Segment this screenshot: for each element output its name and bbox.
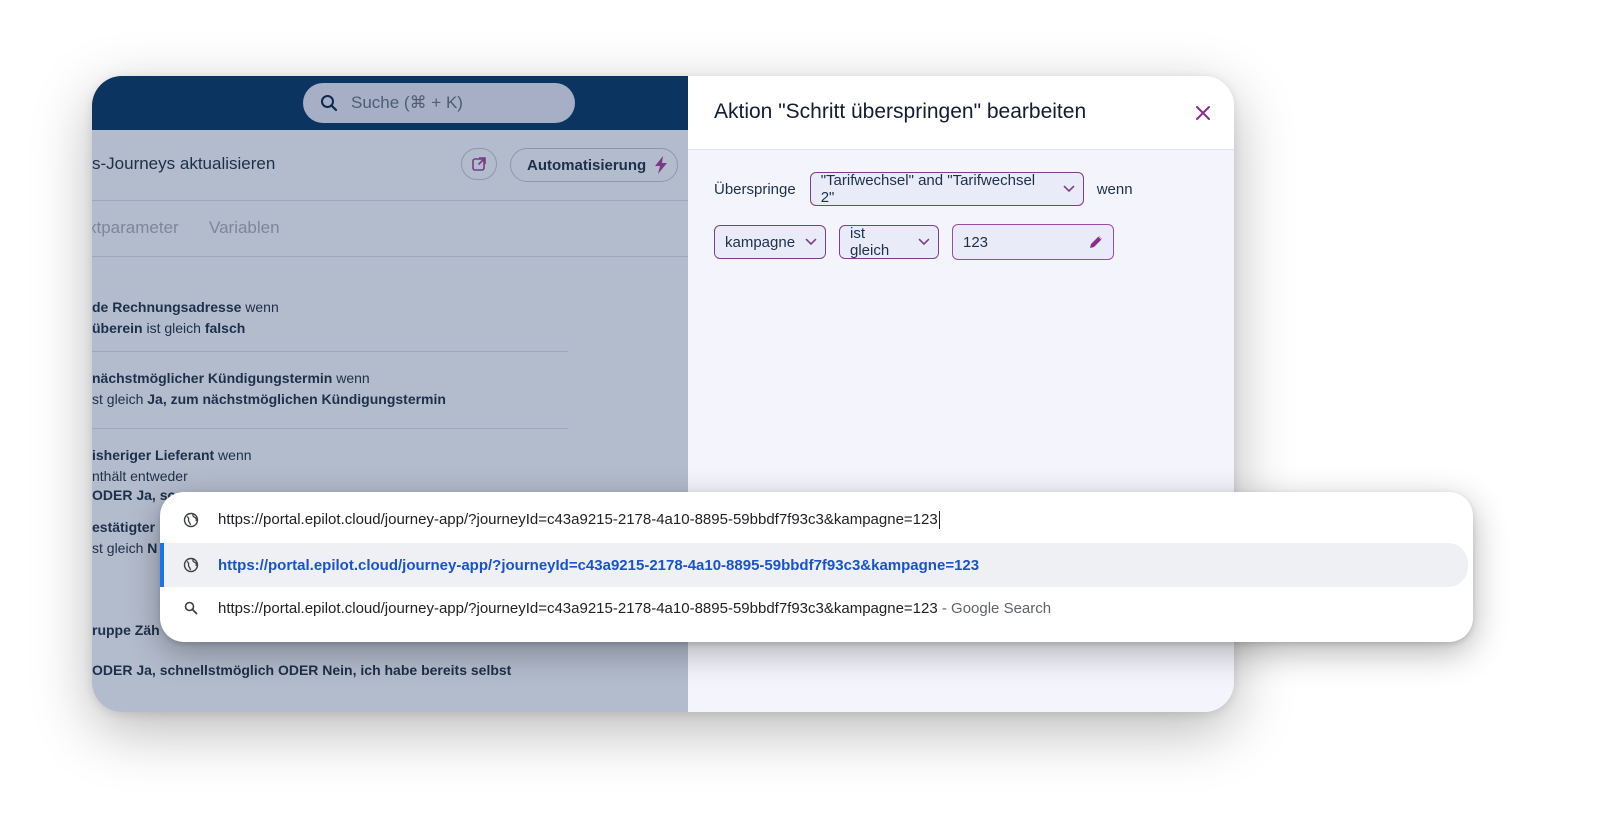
close-button[interactable] [1192,102,1214,124]
compare-value-input[interactable]: 123 [952,224,1114,260]
rule-text: wenn [241,299,279,315]
rule-value: N [147,540,158,556]
global-search[interactable]: Suche (⌘ + K) [303,83,575,123]
address-input[interactable]: https://portal.epilot.cloud/journey-app/… [218,510,940,530]
rule-options-text: ODER Ja, schnellstmöglich ODER Nein, ich… [92,662,512,678]
text-cursor [938,511,940,530]
rule-field: estätigter [92,519,156,535]
address-bar-dropdown: https://portal.epilot.cloud/journey-app/… [160,492,1473,642]
rule-field: isheriger Lieferant [92,447,215,463]
tab-variables[interactable]: Variablen [209,218,280,238]
suggestion-url[interactable]: https://portal.epilot.cloud/journey-app/… [160,543,1468,587]
panel-title: Aktion "Schritt überspringen" bearbeiten [714,100,1087,123]
suggestion-search-text: https://portal.epilot.cloud/journey-app/… [218,600,1051,617]
search-placeholder: Suche (⌘ + K) [351,93,463,112]
suggestion-search[interactable]: https://portal.epilot.cloud/journey-app/… [160,586,1473,630]
top-bar: Suche (⌘ + K) [92,76,688,130]
when-label: wenn [1096,180,1133,198]
skip-label: Überspringe [714,180,796,198]
rule-text: ist gleich [142,320,205,336]
search-icon [319,93,339,113]
close-icon [1196,106,1210,120]
search-suffix: - Google Search [937,599,1052,617]
search-query-text: https://portal.epilot.cloud/journey-app/… [218,599,938,617]
condition-row: kampagne ist gleich 123 [714,224,1114,260]
rule-group-label: ruppe Zäh [92,622,160,638]
field-select[interactable]: kampagne [714,225,826,259]
list-item[interactable]: de Rechnungsadresse wenn überein ist gle… [92,257,568,352]
rule-field: nächstmöglicher Kündigungstermin [92,370,333,386]
pencil-icon[interactable] [1087,233,1105,251]
rule-text: st gleich [92,391,148,407]
automation-button[interactable]: Automatisierung [510,148,678,182]
rule-field: überein [92,320,143,336]
editor-tabs: xtparameter Variablen [92,200,688,257]
suggestion-url-text: https://portal.epilot.cloud/journey-app/… [218,556,980,574]
rule-text: nthält entweder [92,468,188,484]
chevron-down-icon [918,238,930,246]
rule-text: wenn [214,447,252,463]
rule-text: st gleich [92,540,148,556]
list-item[interactable]: nächstmöglicher Kündigungstermin wenn st… [92,352,568,429]
tab-context-parameters[interactable]: xtparameter [92,218,179,238]
rule-value: falsch [204,320,246,336]
automation-label: Automatisierung [527,156,647,174]
skip-steps-row: Überspringe "Tarifwechsel" and "Tarifwec… [714,172,1133,206]
steps-select[interactable]: "Tarifwechsel" and "Tarifwechsel 2" [809,172,1084,206]
search-icon [182,599,200,617]
operator-select[interactable]: ist gleich [839,225,939,259]
operator-select-value: ist gleich [850,225,890,259]
globe-icon [182,511,200,529]
external-link-icon [472,157,486,171]
page-title: s-Journeys aktualisieren [92,154,276,173]
lightning-icon [655,156,668,174]
field-select-value: kampagne [725,233,796,251]
address-input-text: https://portal.epilot.cloud/journey-app/… [218,510,938,528]
chevron-down-icon [805,238,817,246]
address-input-row[interactable]: https://portal.epilot.cloud/journey-app/… [160,498,1473,542]
globe-icon [182,556,200,574]
rule-field: de Rechnungsadresse [92,299,242,315]
open-external-button[interactable] [461,148,497,180]
rule-value: Ja, zum nächstmöglichen Kündigungstermin [147,391,446,407]
journey-header: s-Journeys aktualisieren Automatisierung [92,130,688,201]
panel-header: Aktion "Schritt überspringen" bearbeiten [688,76,1234,150]
rule-text: wenn [332,370,370,386]
compare-value: 123 [963,233,989,251]
chevron-down-icon [1063,185,1075,193]
steps-select-value: "Tarifwechsel" and "Tarifwechsel 2" [820,172,1036,206]
selection-accent [160,543,164,587]
